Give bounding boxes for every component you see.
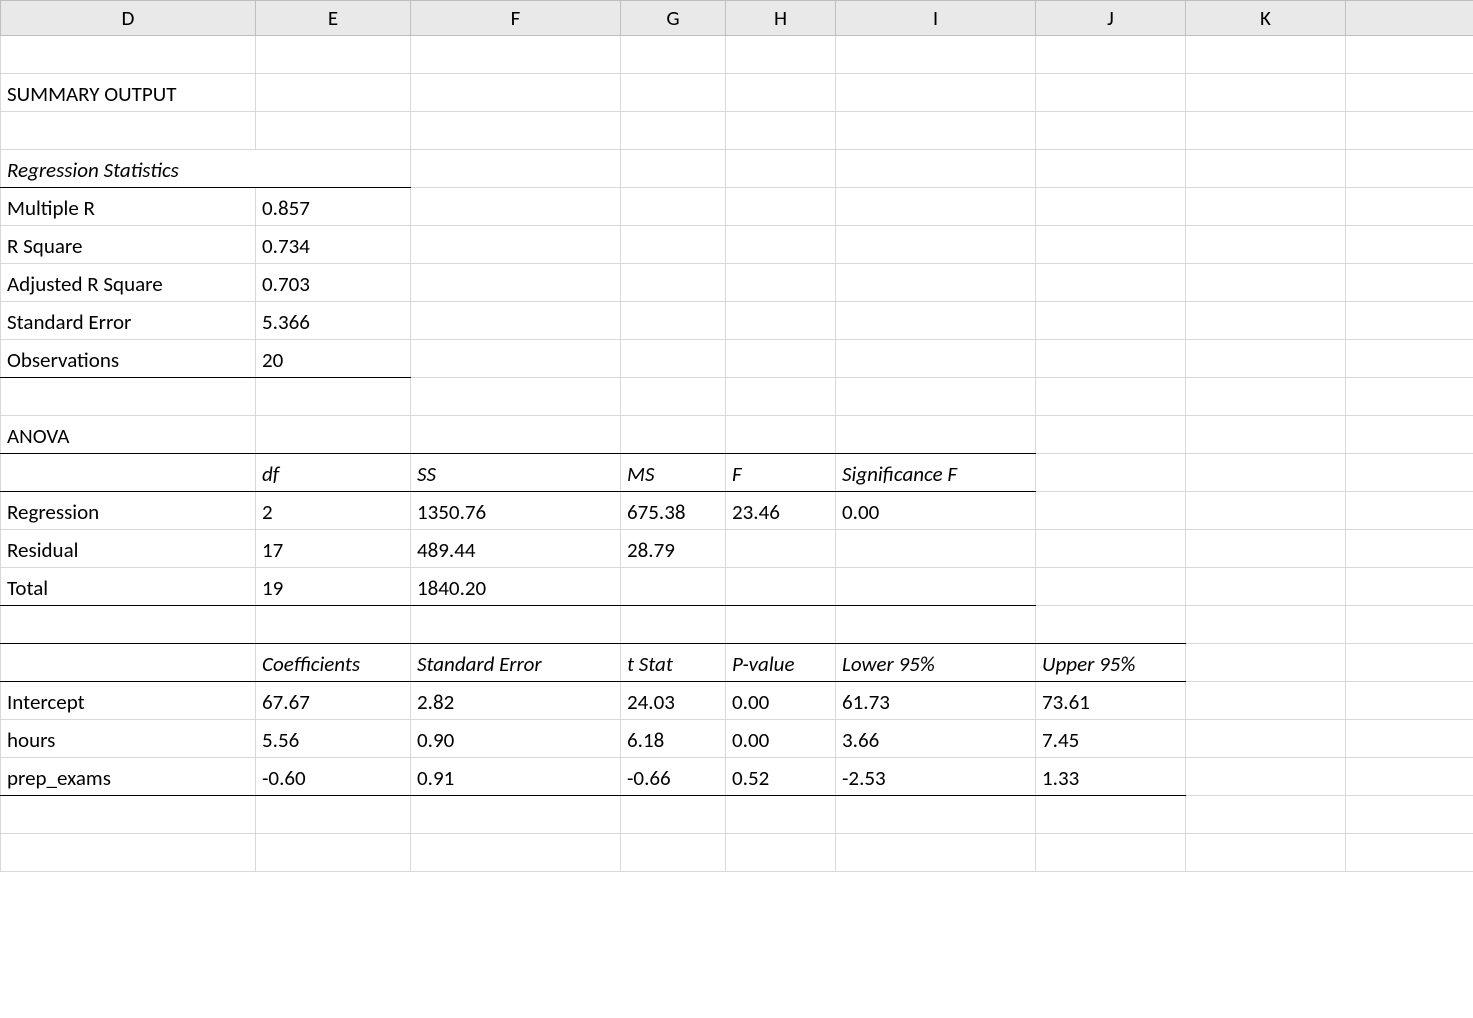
col-header-d[interactable]: D <box>1 1 256 36</box>
table-row[interactable]: Regression 2 1350.76 675.38 23.46 0.00 <box>1 492 1473 530</box>
anova-row-label: Regression <box>1 492 256 530</box>
coef-t: -0.66 <box>621 758 726 796</box>
anova-header-f: F <box>726 454 836 492</box>
coef-p: 0.00 <box>726 682 836 720</box>
regstat-value: 20 <box>256 340 411 378</box>
coef-header-hi: Upper 95% <box>1036 644 1186 682</box>
coef-p: 0.00 <box>726 720 836 758</box>
anova-df: 17 <box>256 530 411 568</box>
anova-row-label: Total <box>1 568 256 606</box>
table-row[interactable] <box>1 36 1473 74</box>
coef-coef: -0.60 <box>256 758 411 796</box>
anova-sigf <box>836 568 1036 606</box>
anova-f: 23.46 <box>726 492 836 530</box>
col-header-f[interactable]: F <box>411 1 621 36</box>
coef-lo: 61.73 <box>836 682 1036 720</box>
regression-statistics-header: Regression Statistics <box>1 150 411 188</box>
anova-row-label: Residual <box>1 530 256 568</box>
coef-se: 0.91 <box>411 758 621 796</box>
coef-header-se: Standard Error <box>411 644 621 682</box>
table-row[interactable] <box>1 378 1473 416</box>
regstat-label: Observations <box>1 340 256 378</box>
col-header-k[interactable]: K <box>1186 1 1346 36</box>
spreadsheet-grid[interactable]: D E F G H I J K SUMMARY OUTPUT Regressio… <box>0 0 1473 872</box>
coef-t: 6.18 <box>621 720 726 758</box>
anova-ms <box>621 568 726 606</box>
anova-header-ss: SS <box>411 454 621 492</box>
anova-sigf: 0.00 <box>836 492 1036 530</box>
summary-output-title: SUMMARY OUTPUT <box>1 74 256 112</box>
table-row[interactable]: Intercept 67.67 2.82 24.03 0.00 61.73 73… <box>1 682 1473 720</box>
anova-header-df: df <box>256 454 411 492</box>
col-header-i[interactable]: I <box>836 1 1036 36</box>
table-row[interactable]: hours 5.56 0.90 6.18 0.00 3.66 7.45 <box>1 720 1473 758</box>
col-header-g[interactable]: G <box>621 1 726 36</box>
table-row[interactable]: Regression Statistics <box>1 150 1473 188</box>
col-header-j[interactable]: J <box>1036 1 1186 36</box>
coef-coef: 5.56 <box>256 720 411 758</box>
col-header-end[interactable] <box>1346 1 1473 36</box>
table-row[interactable]: Adjusted R Square 0.703 <box>1 264 1473 302</box>
coef-lo: -2.53 <box>836 758 1036 796</box>
coef-hi: 73.61 <box>1036 682 1186 720</box>
table-row[interactable]: Total 19 1840.20 <box>1 568 1473 606</box>
regstat-label: R Square <box>1 226 256 264</box>
coef-hi: 1.33 <box>1036 758 1186 796</box>
coef-row-label: hours <box>1 720 256 758</box>
coef-p: 0.52 <box>726 758 836 796</box>
regstat-value: 0.857 <box>256 188 411 226</box>
anova-f <box>726 530 836 568</box>
coef-t: 24.03 <box>621 682 726 720</box>
anova-ss: 1840.20 <box>411 568 621 606</box>
regstat-label: Standard Error <box>1 302 256 340</box>
coef-row-label: Intercept <box>1 682 256 720</box>
coef-row-label: prep_exams <box>1 758 256 796</box>
anova-title: ANOVA <box>1 416 256 454</box>
column-header-row[interactable]: D E F G H I J K <box>1 1 1473 36</box>
anova-df: 19 <box>256 568 411 606</box>
coef-se: 0.90 <box>411 720 621 758</box>
regstat-label: Adjusted R Square <box>1 264 256 302</box>
coef-hi: 7.45 <box>1036 720 1186 758</box>
table-row[interactable] <box>1 112 1473 150</box>
col-header-e[interactable]: E <box>256 1 411 36</box>
coef-header-lo: Lower 95% <box>836 644 1036 682</box>
anova-header-ms: MS <box>621 454 726 492</box>
table-row[interactable]: df SS MS F Significance F <box>1 454 1473 492</box>
table-row[interactable] <box>1 606 1473 644</box>
table-row[interactable]: Observations 20 <box>1 340 1473 378</box>
anova-ss: 489.44 <box>411 530 621 568</box>
coef-header-p: P-value <box>726 644 836 682</box>
table-row[interactable]: Standard Error 5.366 <box>1 302 1473 340</box>
table-row[interactable] <box>1 834 1473 872</box>
regstat-value: 5.366 <box>256 302 411 340</box>
coef-header-coef: Coefficients <box>256 644 411 682</box>
table-row[interactable]: Multiple R 0.857 <box>1 188 1473 226</box>
regstat-value: 0.734 <box>256 226 411 264</box>
anova-ms: 28.79 <box>621 530 726 568</box>
table-row[interactable]: Coefficients Standard Error t Stat P-val… <box>1 644 1473 682</box>
anova-header-sigf: Significance F <box>836 454 1036 492</box>
coef-lo: 3.66 <box>836 720 1036 758</box>
table-row[interactable]: SUMMARY OUTPUT <box>1 74 1473 112</box>
coef-coef: 67.67 <box>256 682 411 720</box>
anova-ms: 675.38 <box>621 492 726 530</box>
table-row[interactable]: R Square 0.734 <box>1 226 1473 264</box>
anova-sigf <box>836 530 1036 568</box>
anova-ss: 1350.76 <box>411 492 621 530</box>
regstat-value: 0.703 <box>256 264 411 302</box>
coef-se: 2.82 <box>411 682 621 720</box>
table-row[interactable]: ANOVA <box>1 416 1473 454</box>
table-row[interactable]: Residual 17 489.44 28.79 <box>1 530 1473 568</box>
table-row[interactable]: prep_exams -0.60 0.91 -0.66 0.52 -2.53 1… <box>1 758 1473 796</box>
regstat-label: Multiple R <box>1 188 256 226</box>
table-row[interactable] <box>1 796 1473 834</box>
anova-f <box>726 568 836 606</box>
col-header-h[interactable]: H <box>726 1 836 36</box>
coef-header-t: t Stat <box>621 644 726 682</box>
anova-df: 2 <box>256 492 411 530</box>
